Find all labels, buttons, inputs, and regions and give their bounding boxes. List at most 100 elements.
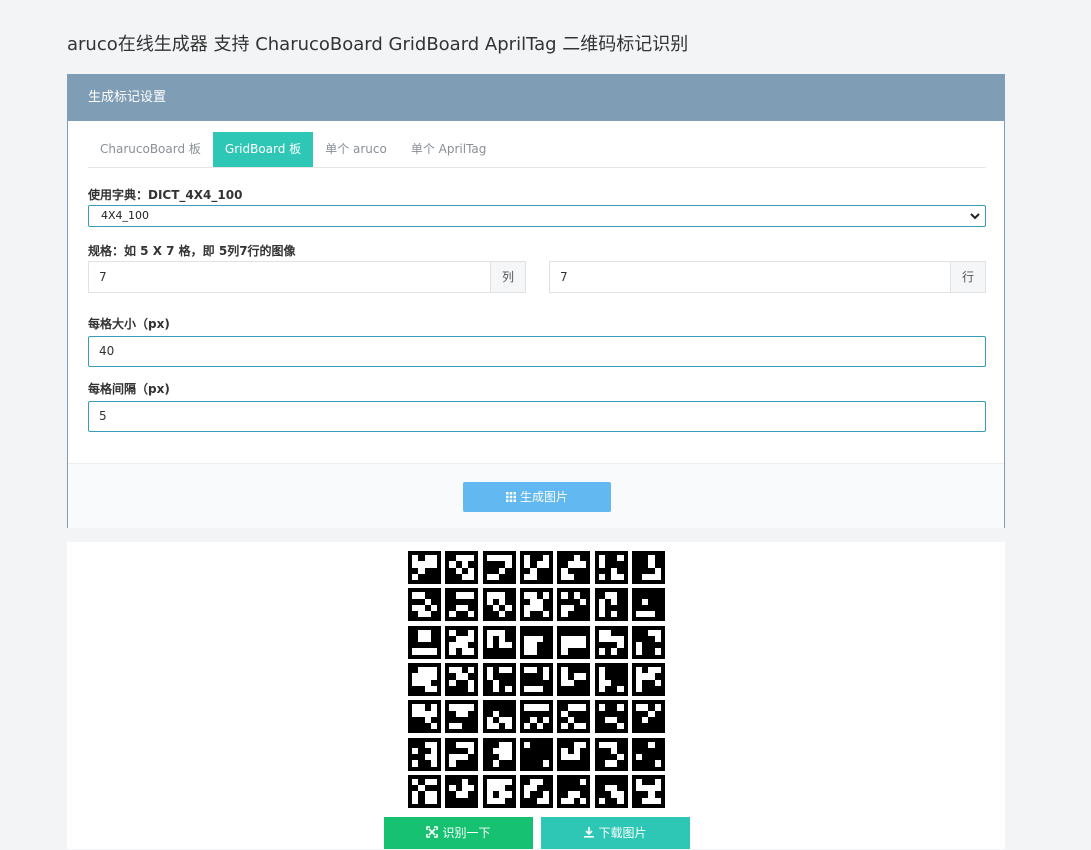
aruco-marker	[557, 737, 591, 771]
marker-bit	[430, 778, 438, 786]
recognize-button[interactable]: 识别一下	[384, 817, 533, 849]
result-area: 识别一下 下载图片	[67, 542, 1005, 849]
marker-bit	[536, 685, 543, 693]
marker-bit	[468, 592, 475, 599]
marker-bit	[424, 611, 431, 618]
marker-bit	[598, 797, 605, 804]
marker-bit	[598, 685, 605, 693]
marker-bit	[499, 797, 506, 804]
marker-bit	[530, 785, 537, 792]
marker-bit	[412, 573, 419, 581]
download-button-label: 下载图片	[598, 826, 647, 840]
tab-gridboard[interactable]: GridBoard 板	[212, 132, 314, 167]
marker-bit	[654, 679, 661, 686]
aruco-marker	[631, 662, 665, 696]
marker-bit	[492, 573, 500, 581]
marker-bit	[505, 778, 512, 786]
marker-bit	[542, 760, 550, 767]
marker-bit	[648, 741, 655, 748]
marker-bit	[430, 797, 438, 804]
marker-bit	[654, 704, 661, 711]
marker-bit	[635, 648, 643, 655]
cell-size-label: 每格大小（px)	[88, 317, 170, 331]
tab-single-aruco[interactable]: 单个 aruco	[313, 132, 399, 167]
marker-bit	[567, 604, 574, 612]
aruco-marker	[557, 774, 591, 808]
marker-bit	[524, 791, 531, 798]
download-button[interactable]: 下载图片	[541, 817, 690, 849]
aruco-marker	[557, 700, 591, 734]
marker-bit	[580, 797, 587, 804]
marker-bit	[430, 673, 438, 680]
marker-bit	[468, 685, 475, 693]
marker-bit	[648, 611, 655, 618]
aruco-marker	[408, 551, 441, 584]
marker-bit	[561, 611, 568, 618]
aruco-marker	[445, 662, 479, 696]
marker-bit	[611, 648, 618, 655]
marker-bit	[654, 797, 661, 804]
marker-bit	[580, 723, 587, 730]
marker-bit	[598, 611, 605, 618]
marker-bit	[617, 723, 624, 730]
marker-bit	[617, 555, 624, 562]
marker-bit	[468, 611, 475, 618]
marker-bit	[468, 573, 475, 581]
cell-gap-input[interactable]: 5	[88, 401, 986, 432]
tab-single-apriltag[interactable]: 单个 AprilTag	[399, 132, 499, 167]
marker-bit	[598, 648, 605, 655]
aruco-marker	[445, 774, 479, 808]
marker-bit	[654, 785, 661, 792]
marker-bit	[524, 741, 531, 748]
aruco-marker	[445, 700, 479, 734]
marker-bit	[580, 673, 587, 680]
marker-bit	[530, 573, 537, 581]
marker-bit	[542, 797, 550, 804]
marker-bit	[424, 635, 431, 643]
marker-bit	[505, 754, 512, 761]
marker-bit	[617, 797, 624, 804]
marker-bit	[654, 667, 661, 674]
marker-bit	[536, 723, 543, 730]
aruco-marker	[594, 551, 628, 584]
marker-bit	[542, 561, 550, 568]
marker-bit	[449, 611, 456, 618]
marker-bit	[561, 592, 568, 599]
aruco-marker	[594, 737, 628, 771]
aruco-marker	[519, 588, 553, 622]
panel-footer: 生成图片	[68, 463, 1004, 528]
rows-input[interactable]: 7	[560, 262, 568, 292]
marker-bit	[524, 611, 531, 618]
marker-bit	[598, 561, 605, 568]
marker-bit	[505, 642, 512, 649]
marker-bit	[617, 573, 624, 581]
marker-bit	[499, 611, 506, 618]
cell-size-input[interactable]: 40	[88, 336, 986, 367]
grid-icon	[505, 483, 516, 513]
marker-bit	[499, 567, 506, 574]
aruco-marker	[594, 625, 628, 659]
aruco-marker	[557, 625, 591, 659]
marker-bit	[642, 598, 649, 605]
marker-bit	[430, 723, 438, 730]
cols-input[interactable]: 7	[99, 262, 107, 292]
marker-bit	[580, 704, 587, 711]
download-icon	[584, 818, 595, 850]
generate-button-label: 生成图片	[519, 490, 568, 504]
aruco-marker	[482, 737, 516, 771]
dictionary-select[interactable]: 4X4_100	[88, 205, 986, 227]
marker-bit	[461, 710, 469, 717]
marker-bit	[561, 648, 568, 655]
aruco-marker	[445, 737, 479, 771]
marker-bit	[635, 685, 643, 693]
tab-charucoboard[interactable]: CharucoBoard 板	[88, 132, 213, 167]
generate-button[interactable]: 生成图片	[463, 482, 611, 512]
aruco-marker	[408, 625, 441, 659]
marker-bit	[654, 635, 661, 643]
marker-bit	[561, 723, 568, 730]
marker-bit	[580, 778, 587, 786]
marker-bit	[505, 791, 512, 798]
aruco-marker	[482, 551, 516, 584]
rows-input-group: 7 行	[549, 261, 986, 293]
chevron-down-icon	[969, 206, 981, 233]
